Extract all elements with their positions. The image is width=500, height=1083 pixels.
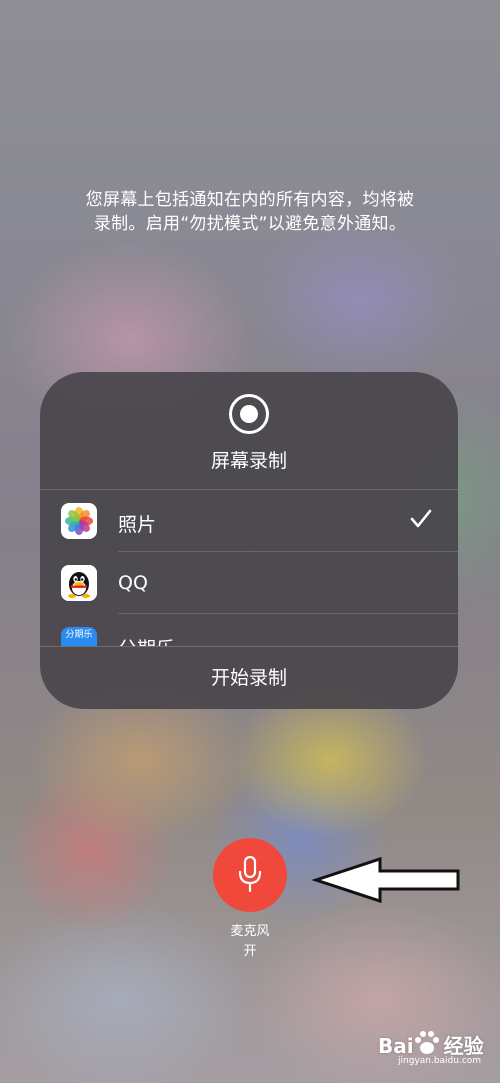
- list-item-qq[interactable]: QQ: [40, 552, 458, 614]
- watermark-brand-right: 经验: [443, 1034, 484, 1058]
- microphone-label: 麦克风: [230, 924, 270, 939]
- panel-title: 屏幕录制: [210, 450, 287, 472]
- notice-line-1: 您屏幕上包括通知在内的所有内容，均将被: [85, 190, 415, 210]
- recording-notice: 您屏幕上包括通知在内的所有内容，均将被 录制。启用“勿扰模式”以避免意外通知。: [40, 188, 460, 236]
- watermark-url: jingyan.baidu.com: [398, 1056, 482, 1066]
- list-item-fenqile[interactable]: 分期乐 分期乐: [40, 614, 458, 646]
- start-recording-button[interactable]: 开始录制: [40, 646, 458, 709]
- microphone-icon: [238, 855, 262, 893]
- notice-line-2: 录制。启用“勿扰模式”以避免意外通知。: [93, 214, 407, 234]
- screen-recording-panel: 屏幕录制 照片 QQ 分期乐 开始录制: [40, 372, 458, 709]
- photos-icon: [61, 503, 97, 539]
- list-item-photos[interactable]: 照片: [40, 490, 458, 552]
- arrow-left-icon: [311, 856, 462, 910]
- checkmark-icon: [408, 506, 434, 532]
- destination-list[interactable]: 照片 QQ 分期乐: [40, 490, 458, 646]
- watermark-brand-left: Bai: [378, 1034, 414, 1058]
- fenqile-icon: 分期乐: [61, 627, 97, 646]
- microphone-status: 开: [243, 944, 257, 959]
- qq-icon: [61, 565, 97, 601]
- list-item-label: 分期乐: [118, 634, 175, 646]
- microphone-button[interactable]: [213, 838, 287, 912]
- record-icon: [229, 394, 269, 434]
- list-item-label: 照片: [118, 514, 157, 536]
- list-item-label: QQ: [118, 572, 148, 594]
